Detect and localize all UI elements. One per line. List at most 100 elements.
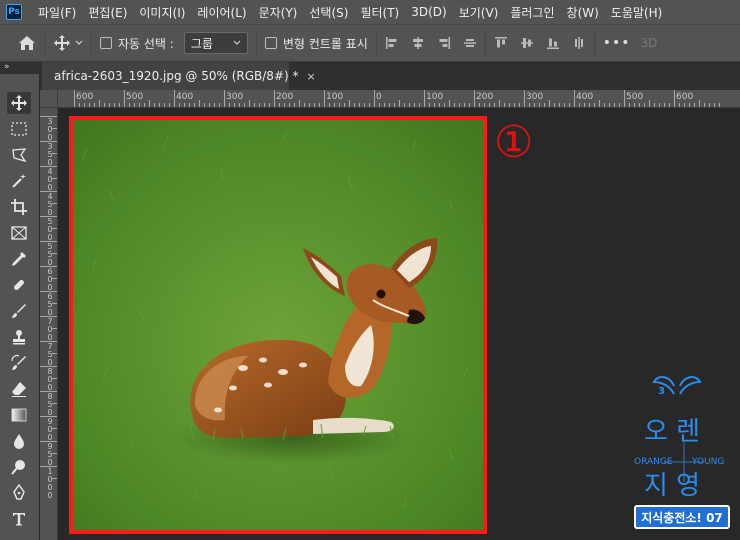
align-center-icon[interactable] [411, 36, 425, 50]
ruler-minor-tick [329, 103, 330, 107]
dodge-tool[interactable] [7, 456, 31, 478]
ruler-minor-tick [579, 103, 580, 107]
menu-help[interactable]: 도움말(H) [605, 4, 669, 21]
ruler-minor-tick [52, 203, 57, 204]
menu-select[interactable]: 선택(S) [303, 4, 354, 21]
ruler-minor-tick [299, 100, 300, 107]
ruler-minor-tick [52, 328, 57, 329]
ruler-minor-tick [52, 178, 57, 179]
menu-type[interactable]: 문자(Y) [253, 4, 304, 21]
ruler-tick [474, 90, 475, 107]
distribute-icon[interactable] [463, 36, 477, 50]
auto-select-checkbox[interactable] [100, 37, 112, 49]
brush-tool[interactable] [7, 300, 31, 322]
ruler-label: 200 [276, 92, 294, 102]
ruler-minor-tick [489, 103, 490, 107]
ruler-minor-tick [549, 100, 550, 107]
document-image[interactable] [69, 116, 487, 534]
separator [593, 30, 595, 56]
3d-mode-label: 3D [640, 36, 658, 50]
ruler-minor-tick [184, 103, 185, 107]
ruler-minor-tick [434, 103, 435, 107]
ruler-tick [124, 90, 125, 107]
document-tab-title: africa-2603_1920.jpg @ 50% (RGB/8#) * [54, 69, 299, 83]
menu-filter[interactable]: 필터(T) [354, 4, 405, 21]
menu-3d[interactable]: 3D(D) [405, 5, 452, 19]
marquee-icon [11, 122, 27, 136]
gradient-icon [11, 408, 27, 422]
ruler-label: 600 [76, 92, 94, 102]
ruler-label: 600 [47, 267, 53, 292]
type-tool[interactable] [7, 508, 31, 530]
ruler-label: 800 [47, 367, 53, 392]
ruler-minor-tick [694, 103, 695, 107]
ruler-minor-tick [129, 103, 130, 107]
ruler-minor-tick [139, 103, 140, 107]
ruler-minor-tick [494, 103, 495, 107]
ruler-tick [674, 90, 675, 107]
frame-tool[interactable] [7, 222, 31, 244]
ruler-label: 350 [47, 142, 53, 167]
chevron-down-icon [75, 40, 83, 45]
lasso-tool[interactable] [7, 144, 31, 166]
ruler-minor-tick [684, 103, 685, 107]
ruler-minor-tick [52, 428, 57, 429]
transform-controls-checkbox[interactable] [264, 37, 277, 49]
ruler-minor-tick [529, 103, 530, 107]
distribute-horizontal-icon[interactable] [572, 36, 586, 50]
ruler-minor-tick [439, 103, 440, 107]
ruler-minor-tick [379, 103, 380, 107]
ruler-minor-tick [544, 103, 545, 107]
ruler-tick [324, 90, 325, 107]
menu-window[interactable]: 창(W) [561, 4, 605, 21]
ruler-minor-tick [114, 103, 115, 107]
crop-tool[interactable] [7, 196, 31, 218]
gradient-tool[interactable] [7, 404, 31, 426]
move-tool[interactable] [7, 92, 31, 114]
ruler-minor-tick [459, 103, 460, 107]
toolbar-collapse-button[interactable]: » [0, 62, 40, 74]
history-brush-tool[interactable] [7, 352, 31, 374]
menu-image[interactable]: 이미지(I) [133, 4, 191, 21]
eraser-icon [12, 382, 26, 397]
ruler-minor-tick [654, 103, 655, 107]
healing-brush-tool[interactable] [7, 274, 31, 296]
align-left-icon[interactable] [385, 36, 399, 50]
move-tool-preset[interactable] [53, 34, 83, 52]
ruler-minor-tick [149, 100, 150, 107]
menu-layer[interactable]: 레이어(L) [191, 4, 252, 21]
home-icon[interactable] [18, 35, 36, 51]
more-options-button[interactable]: ••• [603, 35, 631, 51]
magic-wand-tool[interactable] [7, 170, 31, 192]
vertical-ruler[interactable]: 300 350 400 450 500 550 600 650 700 750 800 850 900 9… [40, 108, 58, 540]
eraser-tool[interactable] [7, 378, 31, 400]
align-middle-icon[interactable] [520, 36, 534, 50]
eyedropper-tool[interactable] [7, 248, 31, 270]
ruler-minor-tick [689, 103, 690, 107]
horizontal-ruler[interactable]: 600 500 400 300 200 100 0 100 200 300 400 500 600 [58, 90, 740, 108]
menu-view[interactable]: 보기(V) [453, 4, 505, 21]
ruler-origin[interactable] [40, 90, 58, 108]
ruler-label: 700 [47, 317, 53, 342]
blur-tool[interactable] [7, 430, 31, 452]
menu-edit[interactable]: 편집(E) [82, 4, 133, 21]
ruler-minor-tick [159, 103, 160, 107]
ruler-minor-tick [404, 103, 405, 107]
pen-tool[interactable] [7, 482, 31, 504]
stamp-tool[interactable] [7, 326, 31, 348]
menu-file[interactable]: 파일(F) [32, 4, 82, 21]
align-bottom-icon[interactable] [546, 36, 560, 50]
align-top-icon[interactable] [494, 36, 508, 50]
ruler-minor-tick [589, 103, 590, 107]
marquee-tool[interactable] [7, 118, 31, 140]
document-tab[interactable]: africa-2603_1920.jpg @ 50% (RGB/8#) * × [42, 62, 316, 90]
ruler-minor-tick [339, 103, 340, 107]
align-right-icon[interactable] [437, 36, 451, 50]
ruler-minor-tick [389, 103, 390, 107]
auto-select-target-dropdown[interactable]: 그룹 [183, 32, 248, 54]
type-icon [13, 513, 25, 526]
ruler-minor-tick [284, 103, 285, 107]
ruler-label: 400 [576, 92, 594, 102]
menu-plugins[interactable]: 플러그인 [504, 4, 560, 21]
close-tab-button[interactable]: × [306, 70, 315, 83]
